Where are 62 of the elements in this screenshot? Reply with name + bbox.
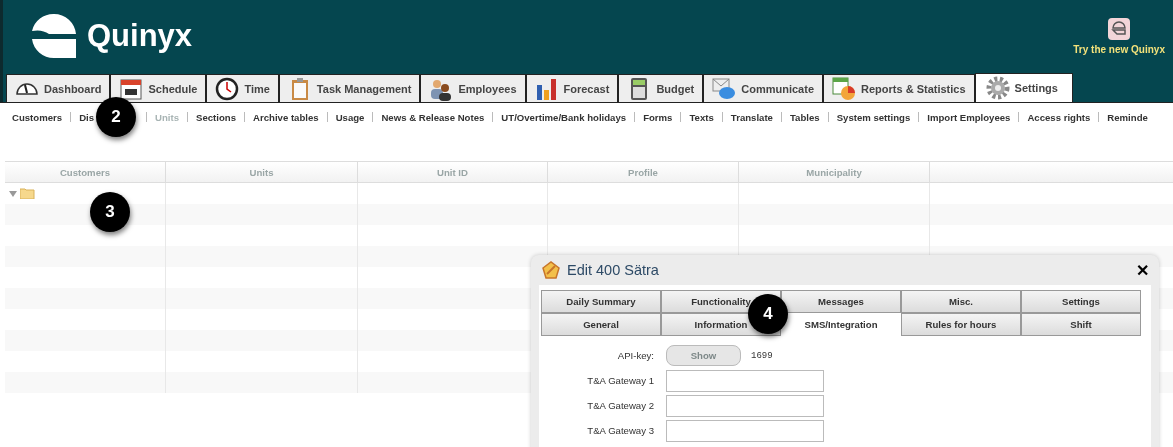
column-header: Unit ID bbox=[358, 162, 548, 182]
field-label: T&A Gateway 1 bbox=[586, 375, 654, 386]
edit-icon bbox=[541, 260, 561, 280]
column-header: Municipality bbox=[739, 162, 930, 182]
dialog-tab[interactable]: Messages bbox=[781, 290, 901, 313]
dialog-tab[interactable]: Settings bbox=[1021, 290, 1141, 313]
input-field[interactable] bbox=[666, 394, 824, 417]
field-label: T&A Gateway 2 bbox=[586, 400, 654, 411]
api-key-value: 1699 bbox=[751, 350, 773, 361]
dialog-title: Edit 400 Sätra bbox=[567, 262, 659, 278]
field-label: T&A Gateway 3 bbox=[586, 425, 654, 436]
dialog-tab[interactable]: Shift bbox=[1021, 313, 1141, 336]
column-header: Profile bbox=[548, 162, 739, 182]
nav-tab[interactable]: Forecast bbox=[525, 74, 619, 102]
column-header: Units bbox=[166, 162, 358, 182]
report-icon bbox=[832, 76, 856, 101]
subnav-link[interactable]: Dis bbox=[79, 111, 95, 123]
subnav-link[interactable]: Import Employees bbox=[927, 111, 1011, 123]
nav-tab[interactable]: Budget bbox=[618, 74, 704, 102]
subnav-link[interactable]: Translate bbox=[730, 111, 773, 123]
subnav-link[interactable]: Reminde bbox=[1107, 111, 1148, 123]
subnav-link[interactable]: Archive tables bbox=[253, 111, 319, 123]
input-field[interactable] bbox=[666, 419, 824, 442]
subnav-link[interactable]: Customers bbox=[12, 111, 63, 123]
nav-tab[interactable]: Settings bbox=[974, 73, 1073, 102]
subnav-link[interactable]: Forms bbox=[643, 111, 673, 123]
gear-icon bbox=[985, 76, 1010, 100]
subnav-link[interactable]: Usage bbox=[335, 111, 365, 123]
subnav-link[interactable]: System settings bbox=[836, 111, 911, 123]
callout-tooltip: 3 bbox=[90, 192, 130, 232]
logo-text: Quinyx bbox=[87, 18, 193, 54]
nav-tab[interactable]: Task Management bbox=[278, 74, 421, 102]
logo-icon bbox=[29, 13, 79, 59]
try-new-link[interactable]: Try the new Quinyx bbox=[1073, 17, 1165, 55]
dialog-tab[interactable]: General bbox=[541, 313, 661, 336]
subnav-link[interactable]: Tables bbox=[789, 111, 820, 123]
field-label: API-key: bbox=[616, 350, 654, 361]
calendar-icon bbox=[119, 76, 144, 101]
clock-icon bbox=[215, 76, 240, 101]
input-field[interactable] bbox=[666, 369, 824, 392]
folder-icon bbox=[20, 188, 35, 199]
bars-icon bbox=[534, 76, 559, 101]
app-icon bbox=[1108, 17, 1131, 40]
nav-tab[interactable]: Communicate bbox=[703, 74, 823, 102]
message-icon bbox=[712, 76, 737, 101]
dialog-tab[interactable]: Misc. bbox=[901, 290, 1021, 313]
nav-tab[interactable]: Time bbox=[206, 74, 279, 102]
nav-tab[interactable]: Dashboard bbox=[6, 74, 111, 102]
dialog-tab[interactable]: Rules for hours bbox=[901, 313, 1021, 336]
close-button[interactable]: ✕ bbox=[1136, 260, 1149, 280]
callout-tooltip: 2 bbox=[96, 97, 137, 137]
tree-caret-icon[interactable] bbox=[9, 189, 17, 198]
subnav-link[interactable]: UT/Overtime/Bank holidays bbox=[501, 111, 627, 123]
subnav-link[interactable]: Texts bbox=[689, 111, 714, 123]
subnav-link[interactable]: News & Release Notes bbox=[381, 111, 485, 123]
subnav-link[interactable]: Sections bbox=[196, 111, 237, 123]
dialog-tab[interactable]: Daily Summary bbox=[541, 290, 661, 313]
nav-tab[interactable]: Employees bbox=[420, 74, 526, 102]
column-header: Customers bbox=[5, 162, 166, 182]
nav-tab[interactable]: Reports & Statistics bbox=[823, 74, 975, 102]
subnav-link[interactable]: Access rights bbox=[1027, 111, 1091, 123]
nav-tab[interactable]: Schedule bbox=[110, 74, 207, 102]
